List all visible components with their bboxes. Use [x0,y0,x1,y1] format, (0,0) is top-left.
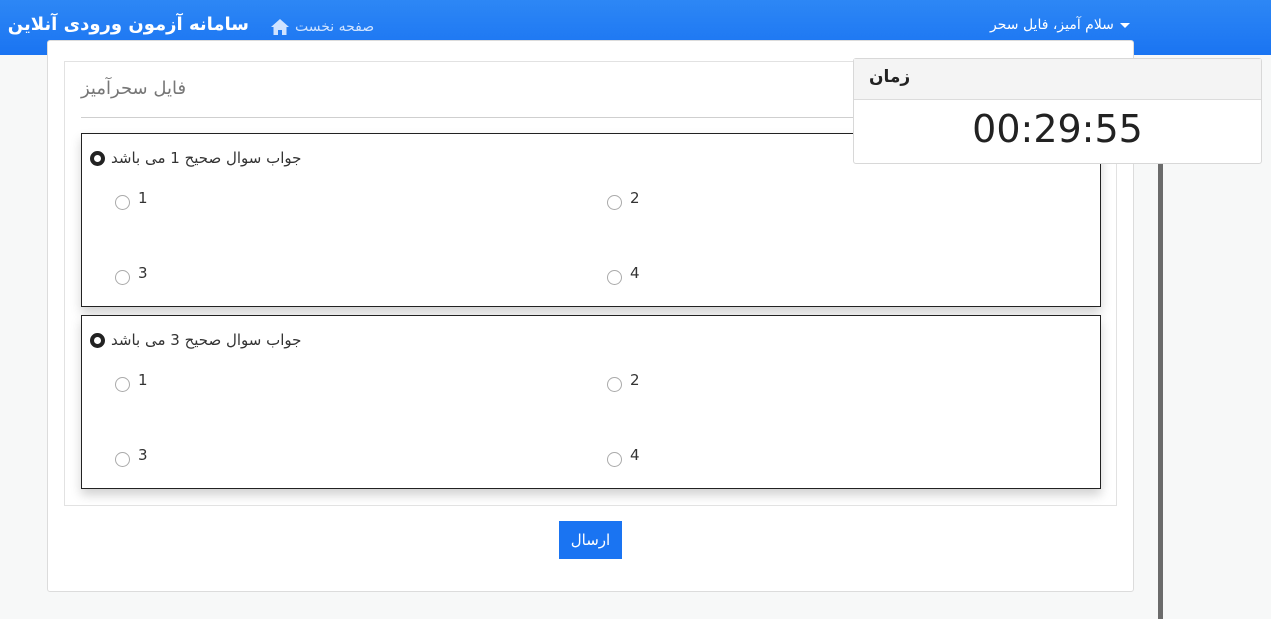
option-label: 1 [138,189,148,207]
timer-card: زمان 00:29:55 [853,58,1262,164]
option-label: 2 [630,371,640,389]
option-1[interactable]: 1 [115,189,148,210]
option-2[interactable]: 2 [607,189,640,210]
question-header: جواب سوال صحیح 3 می باشد [90,331,301,349]
home-icon [271,19,289,35]
option-4[interactable]: 4 [607,264,640,285]
question-marker-icon [90,150,105,166]
home-link[interactable]: صفحه نخست [271,16,374,38]
question-marker-icon [90,332,105,348]
option-3[interactable]: 3 [115,446,148,467]
option-label: 3 [138,264,148,282]
question-header: جواب سوال صحیح 1 می باشد [90,149,301,167]
option-3[interactable]: 3 [115,264,148,285]
user-menu-toggle[interactable]: سلام آمیز، فایل سحر [990,17,1130,33]
radio-button[interactable] [607,377,622,392]
question-text: جواب سوال صحیح 1 می باشد [111,149,302,167]
timer-value: 00:29:55 [972,107,1143,151]
radio-button[interactable] [607,195,622,210]
option-label: 4 [630,446,640,464]
option-2[interactable]: 2 [607,371,640,392]
radio-button[interactable] [607,270,622,285]
option-label: 1 [138,371,148,389]
vertical-divider [1158,150,1163,619]
radio-button[interactable] [115,270,130,285]
option-4[interactable]: 4 [607,446,640,467]
brand-title[interactable]: سامانه آزمون ورودی آنلاین [8,14,249,35]
timer-title: زمان [869,67,911,87]
timer-header: زمان [854,59,1261,100]
radio-button[interactable] [115,377,130,392]
caret-down-icon [1119,22,1130,28]
option-1[interactable]: 1 [115,371,148,392]
exam-title: فایل سحرآمیز [81,78,187,99]
user-greeting: سلام آمیز، فایل سحر [990,17,1114,33]
question-text: جواب سوال صحیح 3 می باشد [111,331,302,349]
radio-button[interactable] [115,452,130,467]
option-label: 4 [630,264,640,282]
home-link-label: صفحه نخست [295,19,375,35]
option-label: 3 [138,446,148,464]
option-label: 2 [630,189,640,207]
radio-button[interactable] [115,195,130,210]
radio-button[interactable] [607,452,622,467]
question-card: جواب سوال صحیح 3 می باشد 1 2 3 4 [81,315,1101,489]
submit-button[interactable]: ارسال [559,521,622,559]
